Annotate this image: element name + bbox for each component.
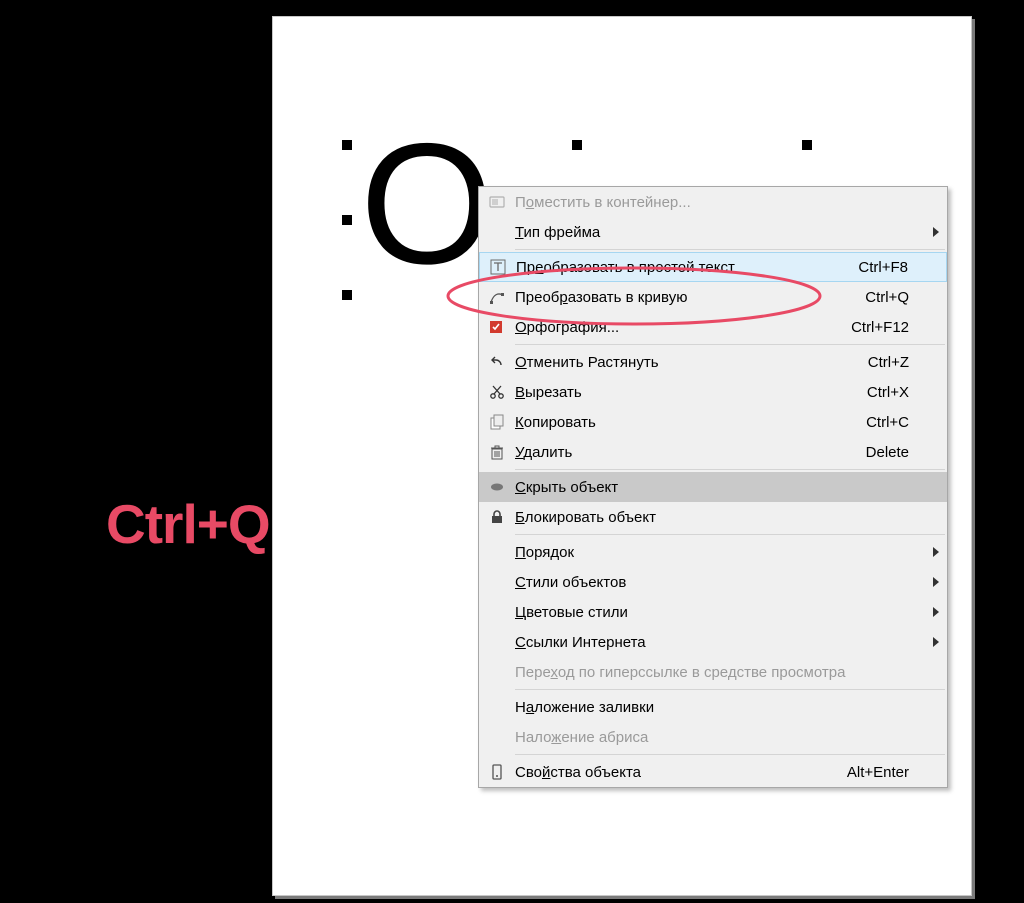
menu-item-shortcut: Ctrl+Q [865, 289, 925, 306]
submenu-arrow-icon [925, 577, 947, 587]
menu-item-13[interactable]: Блокировать объект [479, 502, 947, 532]
menu-item-label: Копировать [515, 414, 866, 431]
handle-top-right[interactable] [802, 140, 812, 150]
menu-item-label: Преобразовать в простой текст [516, 259, 858, 276]
properties-icon [479, 764, 515, 780]
menu-item-7[interactable]: Отменить РастянутьCtrl+Z [479, 347, 947, 377]
menu-separator [515, 754, 945, 755]
menu-item-label: Тип фрейма [515, 224, 925, 241]
handle-top-left[interactable] [342, 140, 352, 150]
menu-item-5[interactable]: Орфография...Ctrl+F12 [479, 312, 947, 342]
text-object[interactable]: O [360, 118, 494, 290]
text-frame-icon [480, 259, 516, 275]
menu-item-16[interactable]: Стили объектов [479, 567, 947, 597]
menu-item-label: Блокировать объект [515, 509, 925, 526]
menu-item-shortcut: Delete [866, 444, 925, 461]
menu-item-shortcut: Ctrl+C [866, 414, 925, 431]
menu-separator [515, 344, 945, 345]
menu-item-shortcut: Ctrl+X [867, 384, 925, 401]
menu-item-label: Поместить в контейнер... [515, 194, 925, 211]
menu-item-label: Порядок [515, 544, 925, 561]
menu-separator [515, 534, 945, 535]
menu-separator [515, 689, 945, 690]
delete-icon [479, 444, 515, 460]
curve-icon [479, 289, 515, 305]
menu-item-label: Переход по гиперссылке в средстве просмо… [515, 664, 925, 681]
container-icon [479, 194, 515, 210]
menu-item-19: Переход по гиперссылке в средстве просмо… [479, 657, 947, 687]
menu-item-shortcut: Ctrl+Z [868, 354, 925, 371]
submenu-arrow-icon [925, 227, 947, 237]
menu-item-label: Вырезать [515, 384, 867, 401]
handle-bottom-left[interactable] [342, 290, 352, 300]
lock-icon [479, 509, 515, 525]
context-menu: Поместить в контейнер... Тип фрейма Преобр… [478, 186, 948, 788]
menu-item-21[interactable]: Наложение заливки [479, 692, 947, 722]
menu-item-15[interactable]: Порядок [479, 537, 947, 567]
menu-item-1[interactable]: Тип фрейма [479, 217, 947, 247]
handle-top-middle[interactable] [572, 140, 582, 150]
menu-item-label: Наложение заливки [515, 699, 925, 716]
menu-item-label: Орфография... [515, 319, 851, 336]
submenu-arrow-icon [925, 547, 947, 557]
menu-item-0: Поместить в контейнер... [479, 187, 947, 217]
menu-item-12[interactable]: Скрыть объект [479, 472, 947, 502]
spellcheck-icon [479, 319, 515, 335]
menu-item-label: Стили объектов [515, 574, 925, 591]
menu-separator [515, 469, 945, 470]
menu-item-label: Ссылки Интернета [515, 634, 925, 651]
menu-item-9[interactable]: КопироватьCtrl+C [479, 407, 947, 437]
menu-item-label: Удалить [515, 444, 866, 461]
menu-item-label: Преобразовать в кривую [515, 289, 865, 306]
menu-item-shortcut: Alt+Enter [847, 764, 925, 781]
callout-label: Ctrl+Q [106, 492, 270, 556]
menu-item-label: Наложение абриса [515, 729, 925, 746]
menu-item-17[interactable]: Цветовые стили [479, 597, 947, 627]
menu-item-label: Скрыть объект [515, 479, 925, 496]
menu-item-18[interactable]: Ссылки Интернета [479, 627, 947, 657]
menu-item-label: Свойства объекта [515, 764, 847, 781]
menu-item-shortcut: Ctrl+F12 [851, 319, 925, 336]
menu-item-8[interactable]: ВырезатьCtrl+X [479, 377, 947, 407]
menu-item-24[interactable]: Свойства объектаAlt+Enter [479, 757, 947, 787]
menu-separator [515, 249, 945, 250]
menu-item-label: Отменить Растянуть [515, 354, 868, 371]
menu-item-label: Цветовые стили [515, 604, 925, 621]
menu-item-shortcut: Ctrl+F8 [858, 259, 924, 276]
hide-icon [479, 479, 515, 495]
undo-icon [479, 354, 515, 370]
submenu-arrow-icon [925, 637, 947, 647]
menu-item-3[interactable]: Преобразовать в простой текстCtrl+F8 [479, 252, 947, 282]
submenu-arrow-icon [925, 607, 947, 617]
cut-icon [479, 384, 515, 400]
menu-item-22: Наложение абриса [479, 722, 947, 752]
copy-icon [479, 414, 515, 430]
menu-item-4[interactable]: Преобразовать в кривуюCtrl+Q [479, 282, 947, 312]
menu-item-10[interactable]: УдалитьDelete [479, 437, 947, 467]
handle-middle-left[interactable] [342, 215, 352, 225]
